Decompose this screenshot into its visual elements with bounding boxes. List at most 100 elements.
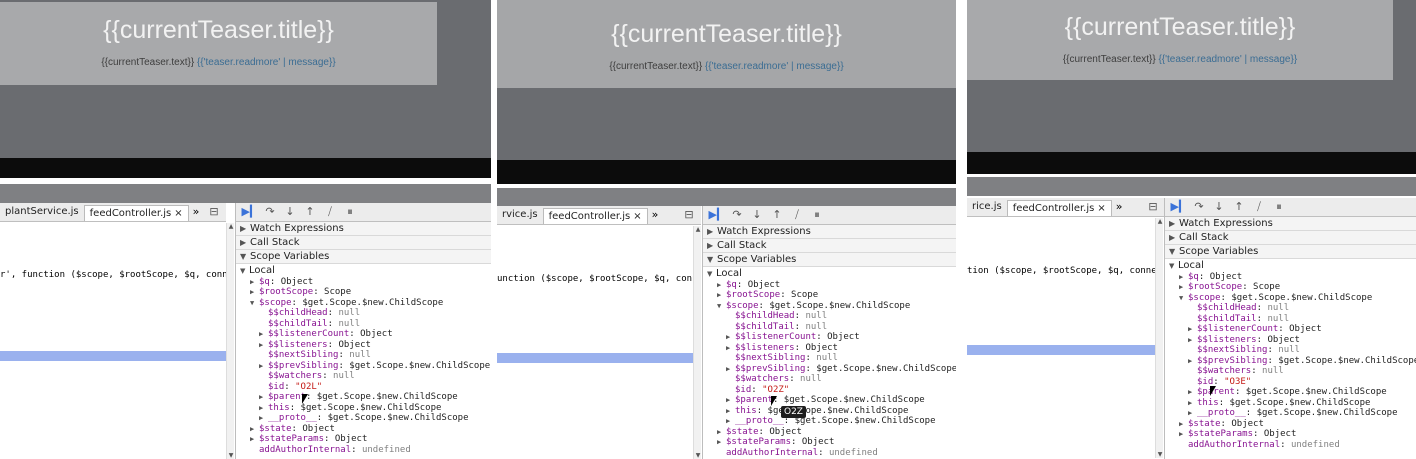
scope-var-row[interactable]: ▶ $$listeners: Object [703, 343, 956, 354]
scope-var-row[interactable]: $$childTail: null [1165, 314, 1416, 325]
scope-var-row[interactable]: $$childHead: null [236, 308, 491, 319]
scope-var-row[interactable]: ▶ $$prevSibling: $get.Scope.$new.ChildSco… [236, 361, 491, 372]
scope-var-row[interactable]: ▶ $q: Object [1165, 272, 1416, 283]
more-tabs-button[interactable]: » [1112, 198, 1127, 216]
expand-triangle-icon[interactable]: ▶ [250, 287, 259, 298]
expand-triangle-icon[interactable]: ▶ [1188, 398, 1197, 409]
tab-feedcontroller[interactable]: feedController.js × [542, 208, 648, 224]
expand-triangle-icon[interactable]: ▶ [717, 437, 726, 448]
deactivate-breakpoints-icon[interactable]: ⧸ [320, 203, 340, 221]
step-over-icon[interactable]: ↷ [727, 206, 747, 224]
scope-var-row[interactable]: $$watchers: null [703, 374, 956, 385]
step-out-icon[interactable]: ↑ [767, 206, 787, 224]
expand-triangle-icon[interactable]: ▶ [1179, 419, 1188, 430]
scope-var-row[interactable]: $id: "O3E" [1165, 377, 1416, 388]
readmore-link[interactable]: {{'teaser.readmore' | message}} [197, 57, 336, 68]
scope-var-row[interactable]: $$nextSibling: null [1165, 345, 1416, 356]
expand-triangle-icon[interactable]: ▶ [1188, 387, 1197, 398]
scope-var-row[interactable]: ▶ $$listenerCount: Object [703, 332, 956, 343]
expand-triangle-icon[interactable]: ▶ [250, 277, 259, 288]
expand-triangle-icon[interactable]: ▼ [1179, 293, 1188, 304]
scope-var-row[interactable]: ▶ $state: Object [236, 424, 491, 435]
expand-triangle-icon[interactable]: ▶ [259, 340, 268, 351]
scope-var-row[interactable]: ▶ __proto__: $get.Scope.$new.ChildScope [703, 416, 956, 427]
code-editor[interactable]: unction ($scope, $rootScope, $q, conne [497, 226, 693, 459]
expand-triangle-icon[interactable]: ▶ [726, 395, 735, 406]
scope-var-row[interactable]: $id: "O2Z" [703, 385, 956, 396]
expand-triangle-icon[interactable]: ▶ [717, 290, 726, 301]
expand-triangle-icon[interactable]: ▶ [259, 403, 268, 414]
scope-var-row[interactable]: ▶ $$listenerCount: Object [236, 329, 491, 340]
expand-triangle-icon[interactable]: ▶ [250, 434, 259, 445]
expand-triangle-icon[interactable]: ▶ [726, 406, 735, 417]
expand-triangle-icon[interactable]: ▶ [1179, 272, 1188, 283]
tab-service[interactable]: rice.js [967, 198, 1007, 216]
pause-exceptions-icon[interactable]: ⏸ [1269, 198, 1289, 216]
expand-triangle-icon[interactable]: ▶ [717, 280, 726, 291]
scope-var-row[interactable]: ▼ $scope: $get.Scope.$new.ChildScope [703, 301, 956, 312]
watch-expressions-header[interactable]: ▶ Watch Expressions [703, 225, 956, 239]
call-stack-header[interactable]: ▶ Call Stack [703, 239, 956, 253]
readmore-link[interactable]: {{'teaser.readmore' | message}} [705, 61, 844, 72]
scope-var-row[interactable]: $id: "O2L" [236, 382, 491, 393]
expand-triangle-icon[interactable]: ▶ [1188, 356, 1197, 367]
scope-var-row[interactable]: ▶ $stateParams: Object [236, 434, 491, 445]
close-tab-icon[interactable]: × [1097, 203, 1105, 214]
expand-triangle-icon[interactable]: ▶ [726, 416, 735, 427]
tab-plantservice[interactable]: plantService.js [0, 203, 84, 221]
expand-triangle-icon[interactable]: ▶ [259, 413, 268, 424]
scope-var-row[interactable]: $$watchers: null [236, 371, 491, 382]
resume-icon[interactable]: ▶▎ [707, 206, 727, 224]
expand-triangle-icon[interactable]: ▶ [259, 329, 268, 340]
watch-expressions-header[interactable]: ▶ Watch Expressions [1165, 217, 1416, 231]
scope-var-row[interactable]: ▶ __proto__: $get.Scope.$new.ChildScope [236, 413, 491, 424]
code-editor[interactable]: tion ($scope, $rootScope, $q, conne [967, 218, 1155, 458]
scope-var-row[interactable]: ▶ $rootScope: Scope [1165, 282, 1416, 293]
step-into-icon[interactable]: ↓ [747, 206, 767, 224]
readmore-link[interactable]: {{'teaser.readmore' | message}} [1158, 54, 1297, 65]
scope-var-row[interactable]: ▶ $state: Object [1165, 419, 1416, 430]
scope-var-row[interactable]: ▶ $rootScope: Scope [236, 287, 491, 298]
pause-exceptions-icon[interactable]: ⏸ [340, 203, 360, 221]
scope-var-row[interactable]: ▶ $parent: $get.Scope.$new.ChildScope [1165, 387, 1416, 398]
toggle-sidebar-icon[interactable]: ⊟ [204, 203, 224, 221]
scope-var-row[interactable]: ▶ $$prevSibling: $get.Scope.$new.ChildSco… [703, 364, 956, 375]
scope-var-row[interactable]: ▶ $q: Object [236, 277, 491, 288]
scope-var-row[interactable]: $$childHead: null [1165, 303, 1416, 314]
editor-scrollbar[interactable]: ▲ ▼ [226, 223, 234, 459]
scope-var-row[interactable]: $$watchers: null [1165, 366, 1416, 377]
pause-exceptions-icon[interactable]: ⏸ [807, 206, 827, 224]
scope-var-row[interactable]: $$childTail: null [236, 319, 491, 330]
expand-triangle-icon[interactable]: ▶ [717, 427, 726, 438]
deactivate-breakpoints-icon[interactable]: ⧸ [787, 206, 807, 224]
scope-var-row[interactable]: ▶ __proto__: $get.Scope.$new.ChildScope [1165, 408, 1416, 419]
expand-triangle-icon[interactable]: ▶ [726, 332, 735, 343]
expand-triangle-icon[interactable]: ▼ [717, 301, 726, 312]
step-out-icon[interactable]: ↑ [300, 203, 320, 221]
expand-triangle-icon[interactable]: ▼ [250, 298, 259, 309]
scope-var-row[interactable]: addAuthorInternal: undefined [703, 448, 956, 459]
local-scope-header[interactable]: ▼ Local [703, 268, 956, 280]
scope-variables-header[interactable]: ▼ Scope Variables [1165, 245, 1416, 259]
scope-var-row[interactable]: ▶ $$listenerCount: Object [1165, 324, 1416, 335]
call-stack-header[interactable]: ▶ Call Stack [1165, 231, 1416, 245]
expand-triangle-icon[interactable]: ▶ [1188, 335, 1197, 346]
editor-scrollbar[interactable]: ▲ ▼ [1155, 218, 1163, 458]
close-tab-icon[interactable]: × [633, 211, 641, 222]
expand-triangle-icon[interactable]: ▶ [259, 361, 268, 372]
expand-triangle-icon[interactable]: ▶ [1179, 282, 1188, 293]
scope-var-row[interactable]: $$childHead: null [703, 311, 956, 322]
scope-var-row[interactable]: $$nextSibling: null [236, 350, 491, 361]
scope-var-row[interactable]: ▼ $scope: $get.Scope.$new.ChildScope [1165, 293, 1416, 304]
scope-var-row[interactable]: ▶ $$prevSibling: $get.Scope.$new.ChildSco… [1165, 356, 1416, 367]
tab-feedcontroller[interactable]: feedController.js × [1006, 200, 1112, 216]
call-stack-header[interactable]: ▶ Call Stack [236, 236, 491, 250]
scope-var-row[interactable]: ▶ this: $get.Scope.$new.ChildScope [1165, 398, 1416, 409]
scope-var-row[interactable]: ▶ $parent: $get.Scope.$new.ChildScope [236, 392, 491, 403]
expand-triangle-icon[interactable]: ▶ [250, 424, 259, 435]
step-out-icon[interactable]: ↑ [1229, 198, 1249, 216]
more-tabs-button[interactable]: » [189, 203, 204, 221]
close-tab-icon[interactable]: × [174, 208, 182, 219]
scope-var-row[interactable]: ▶ this: $get.Scope.$new.ChildScope [236, 403, 491, 414]
expand-triangle-icon[interactable]: ▶ [259, 392, 268, 403]
